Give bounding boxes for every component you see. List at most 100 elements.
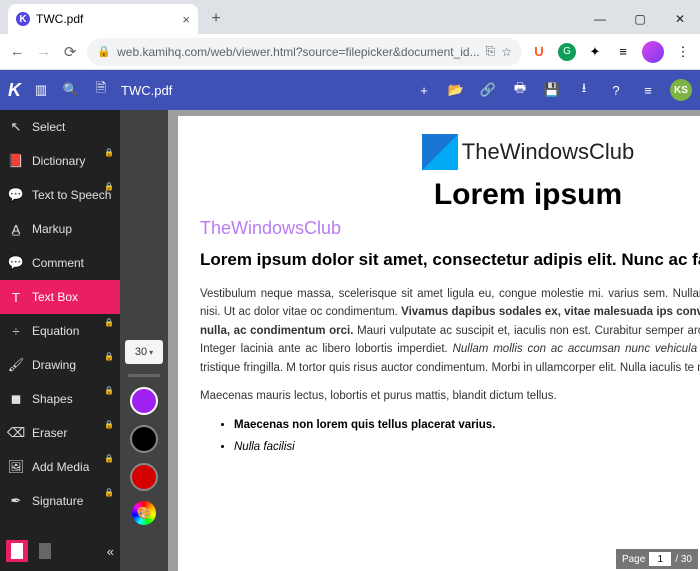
browser-address-bar: ← → ⟳ 🔒 web.kamihq.com/web/viewer.html?s… xyxy=(0,34,700,70)
url-text: web.kamihq.com/web/viewer.html?source=fi… xyxy=(117,45,480,59)
lock-badge-icon: 🔒 xyxy=(104,352,114,361)
print-icon[interactable]: 🖶 xyxy=(510,80,530,100)
lock-badge-icon: 🔒 xyxy=(104,148,114,157)
file-icon: 🗎 xyxy=(91,80,111,100)
doc-heading-1: Lorem ipsum xyxy=(200,178,700,212)
chrome-menu-icon[interactable]: ⋮ xyxy=(674,43,692,61)
find-icon[interactable]: 🔍 xyxy=(61,80,81,100)
markup-icon: A̲ xyxy=(8,221,24,237)
equation-icon: ÷ xyxy=(8,323,24,339)
tool-equation[interactable]: ÷ Equation 🔒 xyxy=(0,314,120,348)
lock-badge-icon: 🔒 xyxy=(104,182,114,191)
page-label: Page xyxy=(622,554,645,565)
tool-label: Dictionary xyxy=(32,154,85,168)
reading-list-icon[interactable]: ≡ xyxy=(614,43,632,61)
eraser-icon: ⌫ xyxy=(8,425,24,441)
tab-title: TWC.pdf xyxy=(36,12,83,26)
window-maximize-button[interactable]: ▢ xyxy=(620,4,660,34)
help-icon[interactable]: ? xyxy=(606,80,626,100)
tool-label: Equation xyxy=(32,324,79,338)
back-button[interactable]: ← xyxy=(8,40,26,64)
single-page-mode[interactable] xyxy=(6,540,28,562)
share-icon[interactable]: 🔗 xyxy=(478,80,498,100)
page-total: / 30 xyxy=(675,554,692,565)
new-tab-button[interactable]: + xyxy=(204,7,228,31)
cursor-icon: ↖ xyxy=(8,119,24,135)
shapes-icon: ◼ xyxy=(8,391,24,407)
font-size-select[interactable]: 30 xyxy=(125,340,163,364)
add-icon[interactable]: + xyxy=(414,80,434,100)
tool-label: Text Box xyxy=(32,290,78,304)
url-field[interactable]: 🔒 web.kamihq.com/web/viewer.html?source=… xyxy=(87,38,522,66)
collapse-sidebar-icon[interactable]: « xyxy=(107,544,114,559)
tool-dictionary[interactable]: 📕 Dictionary 🔒 xyxy=(0,144,120,178)
doc-logo-text: TheWindowsClub xyxy=(462,139,634,165)
forward-button[interactable]: → xyxy=(34,40,52,64)
tool-drawing[interactable]: 🖌 Drawing 🔒 xyxy=(0,348,120,382)
lock-badge-icon: 🔒 xyxy=(104,488,114,497)
ublock-icon[interactable]: U xyxy=(530,43,548,61)
tool-label: Drawing xyxy=(32,358,76,372)
page-indicator: Page / 30 xyxy=(616,549,698,569)
browser-tab[interactable]: K TWC.pdf × xyxy=(8,4,198,34)
list-item: Nulla facilisi xyxy=(234,437,700,459)
tool-sidebar: ↖Select 📕 Dictionary 🔒 💬Text to Speech🔒 A̲… xyxy=(0,110,120,571)
pdf-page[interactable]: TheWindowsClub Lorem ipsum TheWindowsClu… xyxy=(178,116,700,571)
doc-heading-2: Lorem ipsum dolor sit amet, consectetur … xyxy=(200,249,700,271)
window-close-button[interactable]: ✕ xyxy=(660,4,700,34)
tool-markup[interactable]: A̲ Markup xyxy=(0,212,120,246)
color-swatch-red[interactable] xyxy=(130,463,158,491)
view-mode-footer: « xyxy=(0,531,120,571)
tool-label: Markup xyxy=(32,222,72,236)
double-page-mode[interactable] xyxy=(34,540,56,562)
tool-textbox[interactable]: TText Box xyxy=(0,280,120,314)
tool-select[interactable]: ↖Select xyxy=(0,110,120,144)
document-title: TWC.pdf xyxy=(121,83,172,98)
tool-comment[interactable]: 💬Comment xyxy=(0,246,120,280)
textbox-options-panel: 30 🎨 xyxy=(120,110,168,571)
tab-close-icon[interactable]: × xyxy=(182,12,190,27)
tool-signature[interactable]: ✒ Signature 🔒 xyxy=(0,484,120,518)
grammarly-icon[interactable]: G xyxy=(558,43,576,61)
open-folder-icon[interactable]: 📂 xyxy=(446,80,466,100)
tool-label: Eraser xyxy=(32,426,67,440)
color-swatch-purple[interactable] xyxy=(130,387,158,415)
kami-logo-icon[interactable]: K xyxy=(8,80,21,101)
tool-tts[interactable]: 💬Text to Speech🔒 xyxy=(0,178,120,212)
tool-addmedia[interactable]: 🖼Add Media🔒 xyxy=(0,450,120,484)
comment-icon: 💬 xyxy=(8,255,24,271)
color-palette-icon[interactable]: 🎨 xyxy=(132,501,156,525)
lock-badge-icon: 🔒 xyxy=(104,420,114,429)
reload-button[interactable]: ⟳ xyxy=(61,40,79,64)
extensions-icon[interactable]: ✦ xyxy=(586,43,604,61)
window-minimize-button[interactable]: — xyxy=(580,4,620,34)
kami-toolbar: K ▥ 🔍 🗎 TWC.pdf + 📂 🔗 🖶 💾 ⭳ ? ≡ KS xyxy=(0,70,700,110)
signature-icon: ✒ xyxy=(8,493,24,509)
user-badge[interactable]: KS xyxy=(670,79,692,101)
star-icon[interactable]: ☆ xyxy=(501,45,512,59)
windows-logo-icon xyxy=(422,134,458,170)
page-number-input[interactable] xyxy=(649,552,671,566)
menu-icon[interactable]: ≡ xyxy=(638,80,658,100)
kami-favicon-icon: K xyxy=(16,12,30,26)
color-swatch-black[interactable] xyxy=(130,425,158,453)
save-icon[interactable]: 💾 xyxy=(542,80,562,100)
doc-watermark: TheWindowsClub xyxy=(200,218,700,239)
download-icon[interactable]: ⭳ xyxy=(574,80,594,100)
list-item: Maecenas non lorem quis tellus placerat … xyxy=(234,415,700,437)
document-viewport[interactable]: TheWindowsClub Lorem ipsum TheWindowsClu… xyxy=(168,110,700,571)
lock-badge-icon: 🔒 xyxy=(104,318,114,327)
toggle-sidebar-icon[interactable]: ▥ xyxy=(31,80,51,100)
tool-label: Shapes xyxy=(32,392,73,406)
book-icon: 📕 xyxy=(8,153,24,169)
tool-eraser[interactable]: ⌫ Eraser 🔒 xyxy=(0,416,120,450)
tool-shapes[interactable]: ◼ Shapes 🔒 xyxy=(0,382,120,416)
lock-badge-icon: 🔒 xyxy=(104,386,114,395)
doc-paragraph-1: Vestibulum neque massa, scelerisque sit … xyxy=(200,285,700,377)
tool-label: Signature xyxy=(32,494,83,508)
brush-icon: 🖌 xyxy=(8,357,24,373)
browser-titlebar: K TWC.pdf × + — ▢ ✕ xyxy=(0,0,700,34)
profile-avatar[interactable] xyxy=(642,41,664,63)
media-icon: 🖼 xyxy=(8,459,24,475)
install-icon[interactable]: ⎘ xyxy=(486,44,496,59)
